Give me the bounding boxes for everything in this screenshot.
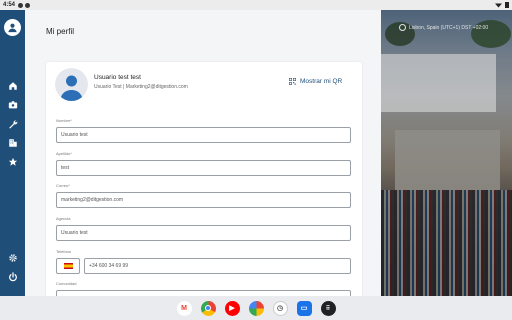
apellido-field[interactable]: test: [56, 160, 351, 176]
gmail-icon[interactable]: M: [176, 300, 192, 316]
event-photo-panel: Lisbon, Spain (UTC+1) DST +02:00: [381, 10, 512, 296]
photos-icon[interactable]: [248, 300, 264, 316]
battery-icon: [505, 2, 509, 8]
field-label-agencia: Agencia: [56, 216, 71, 221]
page-title: Mi perfil: [46, 27, 75, 36]
field-label-telefono: Teléfono: [56, 249, 72, 254]
main-panel: Mi perfil Usuario test test Usuario Test…: [25, 10, 381, 296]
show-qr-button[interactable]: Mostrar mi QR: [289, 78, 342, 85]
profile-card: Usuario test test Usuario Test | Marketi…: [46, 62, 362, 296]
photo-overlay: [381, 10, 512, 296]
field-label-comunidad: Comunidad: [56, 281, 77, 286]
clock-icon: [399, 24, 406, 31]
profile-subtitle: Usuario Test | Marketing2@ditgestion.com: [94, 84, 188, 90]
chrome-icon[interactable]: [200, 300, 216, 316]
status-bar: 4:54: [0, 0, 512, 10]
spain-flag-icon: [63, 263, 73, 269]
settings-status-icon: [18, 2, 24, 8]
wrench-icon[interactable]: [7, 118, 18, 129]
status-time: 4:54: [3, 2, 16, 8]
user-avatar-icon: [60, 75, 83, 101]
gear-icon[interactable]: [7, 252, 18, 263]
field-label-nombre: Nombre*: [56, 118, 72, 123]
field-label-apellido: Apellido*: [56, 151, 72, 156]
qr-icon: [289, 78, 296, 85]
country-code-selector[interactable]: [56, 258, 80, 274]
wifi-icon: [495, 3, 502, 8]
nombre-field[interactable]: Usuario test: [56, 127, 351, 143]
field-label-correo: Correo*: [56, 183, 70, 188]
telefono-field[interactable]: +34 600 34 69 99: [84, 258, 351, 274]
timezone-text: Lisbon, Spain (UTC+1) DST +02:00: [409, 24, 489, 31]
show-qr-label: Mostrar mi QR: [300, 78, 343, 85]
id-card-icon[interactable]: [7, 99, 18, 110]
youtube-icon[interactable]: ▶: [224, 300, 240, 316]
agencia-field[interactable]: Usuario test: [56, 225, 351, 241]
star-icon[interactable]: [7, 156, 18, 167]
profile-avatar[interactable]: [55, 68, 88, 101]
sidebar-avatar[interactable]: [4, 19, 21, 36]
blurred-info-box: [381, 54, 496, 112]
profile-name: Usuario test test: [94, 74, 141, 81]
clock-app-icon[interactable]: ◷: [272, 300, 288, 316]
messages-icon[interactable]: ▭: [296, 300, 312, 316]
taskbar: M ▶ ◷ ▭ ⠿: [0, 296, 512, 320]
app-drawer-icon[interactable]: ⠿: [320, 300, 336, 316]
user-icon: [8, 23, 17, 33]
correo-field[interactable]: marketing2@ditgestion.com: [56, 192, 351, 208]
power-icon[interactable]: [7, 271, 18, 282]
building-icon[interactable]: [7, 137, 18, 148]
home-icon[interactable]: [7, 80, 18, 91]
timezone-info: Lisbon, Spain (UTC+1) DST +02:00: [399, 24, 488, 31]
shield-status-icon: [25, 2, 31, 8]
